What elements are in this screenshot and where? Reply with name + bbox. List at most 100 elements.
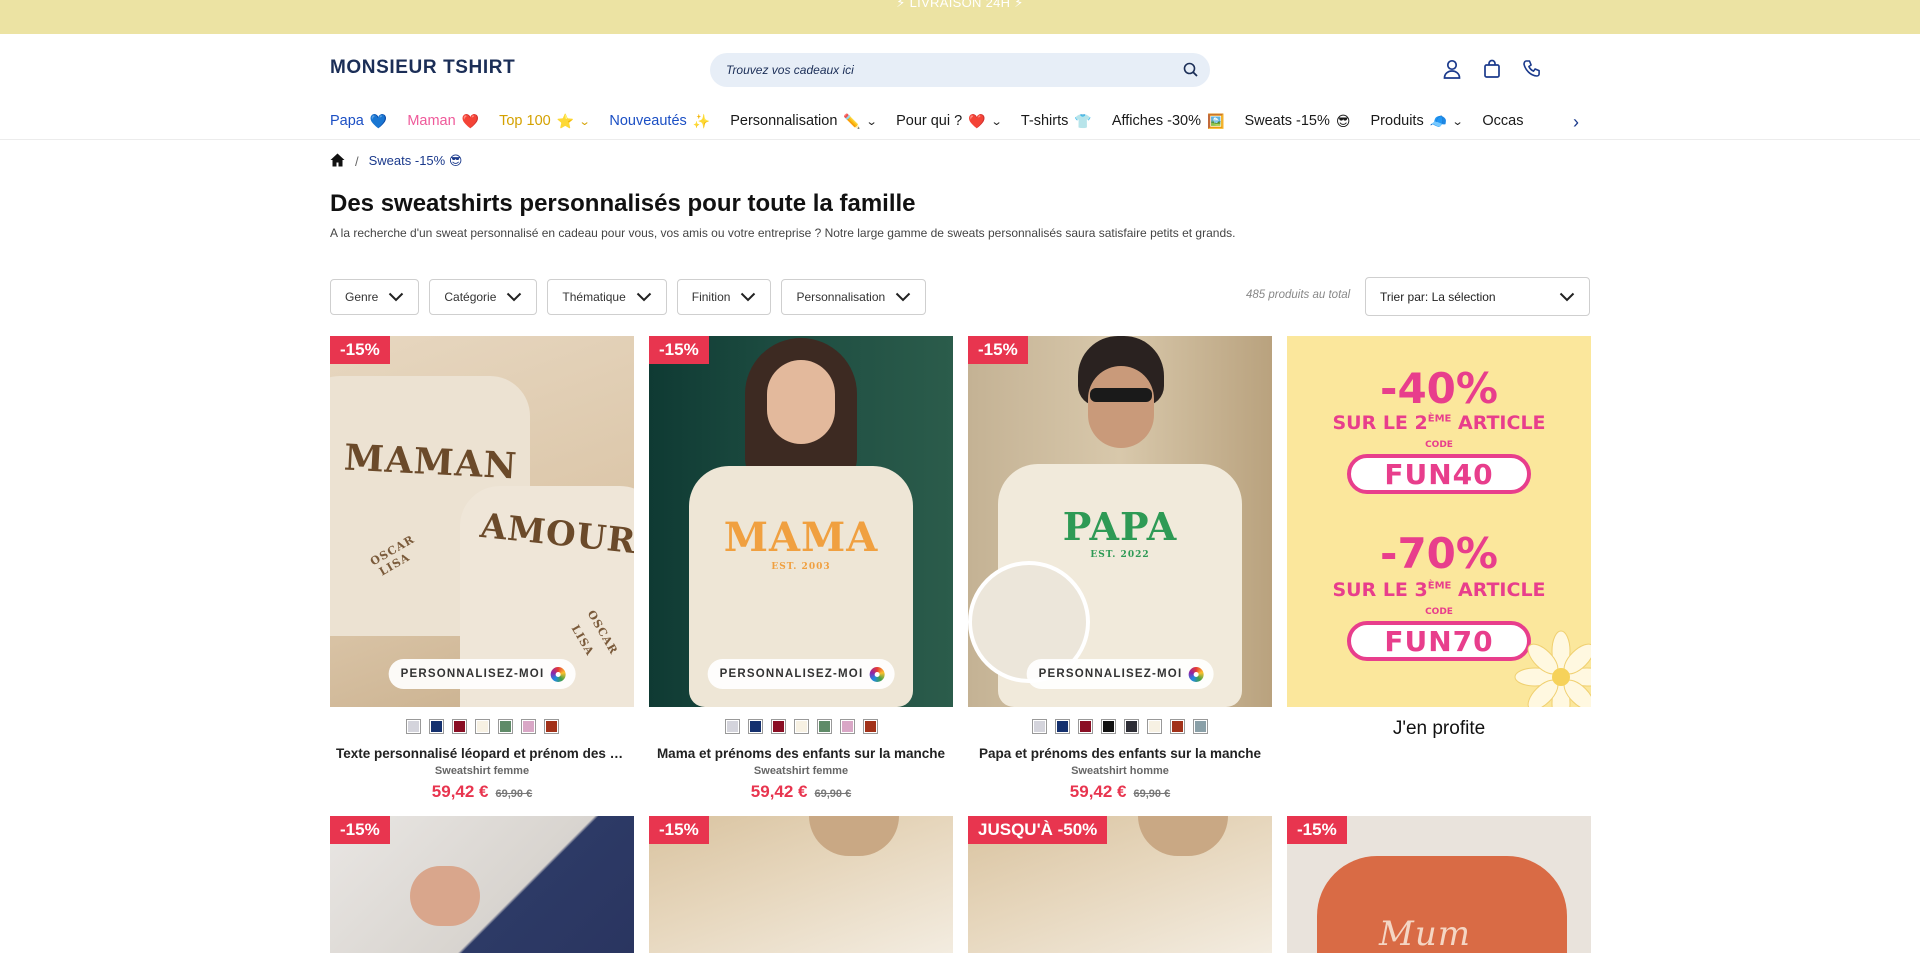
old-price: 69,90 € [495,788,533,800]
swatch[interactable] [451,719,467,734]
promo-code-label: CODE [1425,440,1453,450]
product-card[interactable]: MAMA EST. 2003 -15% PERSONNALISEZ-MOI Ma… [649,336,953,806]
swatch[interactable] [1170,719,1185,734]
sunglasses-shape [1090,388,1152,402]
swatch[interactable] [405,719,421,734]
nav-item-top-100[interactable]: Top 100 ⭐ ⌄ [499,113,591,130]
chevron-down-icon [741,292,756,302]
swatch[interactable] [428,719,444,734]
swatch[interactable] [1193,719,1208,734]
product-type: Sweatshirt homme [1071,765,1169,777]
product-card[interactable]: JUSQU'À -50% [968,816,1272,953]
swatch[interactable] [724,719,740,734]
chevron-down-icon [507,292,522,302]
swatch[interactable] [816,719,832,734]
search-input[interactable] [726,53,1166,87]
page-description: A la recherche d'un sweat personnalisé e… [330,226,1236,240]
swatch[interactable] [839,719,855,734]
product-image[interactable]: PAPA EST. 2022 [968,336,1272,707]
print-text: EST. 2003 [771,562,831,572]
swatch[interactable] [793,719,809,734]
swatch[interactable] [1078,719,1093,734]
nav-item-pour-qui[interactable]: Pour qui ? ❤️ ⌄ [896,113,1002,130]
breadcrumb: / Sweats -15% 😎 [330,151,462,171]
swatch[interactable] [1147,719,1162,734]
filter-genre[interactable]: Genre [330,279,420,315]
promo-banner[interactable]: -40% SUR LE 2ÈME ARTICLE CODE FUN40 -70%… [1287,336,1591,707]
nav-item-sweats[interactable]: Sweats -15% 😎 [1244,113,1350,130]
filter-finition[interactable]: Finition [676,279,772,315]
product-type: Sweatshirt femme [434,765,530,777]
swatch[interactable] [520,719,536,734]
product-type: Sweatshirt femme [753,765,849,777]
home-icon[interactable] [330,153,345,170]
filter-categorie[interactable]: Catégorie [429,279,538,315]
discount-badge: -15% [649,816,709,844]
product-image[interactable]: MAMA EST. 2003 [649,336,953,707]
nav-item-nouveautes[interactable]: Nouveautés ✨ [609,113,710,130]
color-swatches [968,719,1272,734]
nav-item-t-shirts[interactable]: T-shirts 👕 [1021,113,1092,130]
phone-icon[interactable] [1520,57,1544,81]
product-card[interactable]: MAMAN AMOUR OSCAR LISA OSCAR LISA -15% P… [330,336,634,806]
nav-item-occasions[interactable]: Occas [1482,113,1523,129]
swatch[interactable] [770,719,786,734]
swatch[interactable] [543,719,559,734]
user-icon[interactable] [1440,57,1464,81]
chevron-down-icon [389,292,404,302]
shipping-banner-text: ⚡ LIVRAISON 24H ⚡ [896,0,1024,10]
discount-badge: -15% [330,336,390,364]
nav-item-personnalisation[interactable]: Personnalisation ✏️ ⌄ [730,113,877,130]
product-name[interactable]: Mama et prénoms des enfants sur la manch… [649,746,953,761]
product-price: 59,42 € 69,90 € [649,782,953,802]
product-name[interactable]: Texte personnalisé léopard et prénom des… [330,746,634,761]
swatch[interactable] [1101,719,1116,734]
personalize-button[interactable]: PERSONNALISEZ-MOI [707,659,895,689]
product-card[interactable]: -15% [649,816,953,953]
product-card[interactable]: -15% Mum [1287,816,1591,953]
breadcrumb-separator: / [355,153,359,169]
personalize-button[interactable]: PERSONNALISEZ-MOI [388,659,576,689]
color-swatches [649,719,953,734]
sale-price: 59,42 € [750,782,808,801]
nav-item-papa[interactable]: Papa 💙 [330,113,387,130]
site-logo[interactable]: MONSIEUR TSHIRT [330,57,515,79]
print-text: Mum [1379,914,1471,953]
swatch[interactable] [862,719,878,734]
product-image[interactable]: MAMAN AMOUR OSCAR LISA OSCAR LISA [330,336,634,707]
promo-article-2: SUR LE 2ÈME ARTICLE [1332,412,1546,434]
filter-personnalisation[interactable]: Personnalisation [781,279,927,315]
product-card[interactable]: PAPA EST. 2022 -15% PERSONNALISEZ-MOI Pa… [968,336,1272,806]
search-icon[interactable] [1182,61,1200,79]
color-wheel-icon [1188,666,1204,682]
promo-cta-link[interactable]: J'en profite [1287,718,1591,740]
flag-fr-icon[interactable] [1560,57,1584,81]
promo-discount-70: -70% [1380,529,1498,578]
promo-code-label: CODE [1425,607,1453,617]
header-icons [1440,56,1584,82]
swatch[interactable] [474,719,490,734]
sale-price: 59,42 € [1069,782,1127,801]
breadcrumb-current[interactable]: Sweats -15% 😎 [369,153,463,169]
swatch[interactable] [1055,719,1070,734]
filter-thematique[interactable]: Thématique [547,279,667,315]
page-title: Des sweatshirts personnalisés pour toute… [330,190,916,217]
print-text: MAMA [723,514,879,561]
swatch[interactable] [747,719,763,734]
nav-item-maman[interactable]: Maman ❤️ [407,113,479,130]
flower-icon [1514,630,1591,707]
personalize-button[interactable]: PERSONNALISEZ-MOI [1026,659,1214,689]
print-text: MAMAN [343,436,519,488]
swatch[interactable] [1124,719,1139,734]
sort-select[interactable]: Trier par: La sélection [1365,277,1590,316]
nav-item-affiches[interactable]: Affiches -30% 🖼️ [1112,113,1225,130]
nav-item-produits[interactable]: Produits 🧢 ⌄ [1371,113,1464,130]
product-card[interactable]: -15% [330,816,634,953]
swatch[interactable] [497,719,513,734]
chevron-right-icon[interactable]: › [1565,111,1587,133]
bag-icon[interactable] [1480,57,1504,81]
promo-discount-40: -40% [1380,364,1498,413]
swatch[interactable] [1032,719,1047,734]
basket-shape [809,816,899,856]
product-name[interactable]: Papa et prénoms des enfants sur la manch… [968,746,1272,761]
